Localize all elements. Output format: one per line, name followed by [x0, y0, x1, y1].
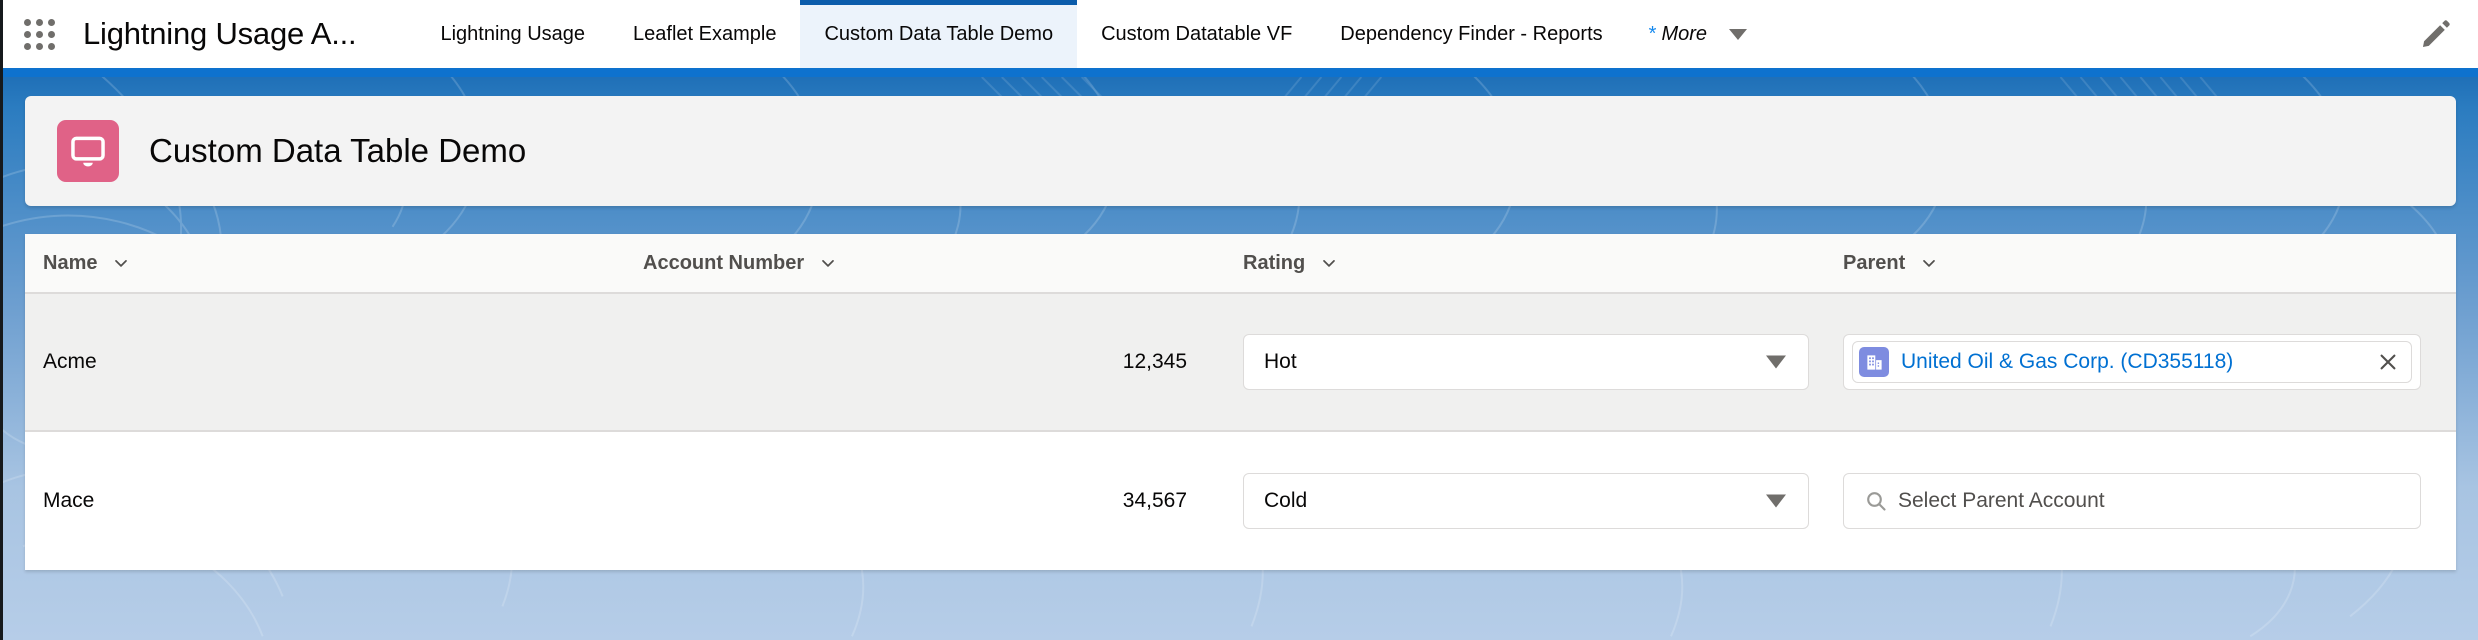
navigation-tabs: Lightning Usage Leaflet Example Custom D…: [416, 0, 2082, 68]
tab-label: Custom Data Table Demo: [824, 22, 1054, 45]
chevron-down-icon: [1766, 494, 1786, 508]
pencil-icon: [2422, 20, 2450, 48]
cell-account-number: 12,345: [625, 350, 1225, 374]
account-number-value: 34,567: [1122, 489, 1187, 512]
rating-select[interactable]: Hot: [1243, 334, 1809, 390]
cell-name: Acme: [25, 350, 625, 374]
tab-lightning-usage[interactable]: Lightning Usage: [416, 0, 609, 68]
column-label: Name: [43, 251, 98, 274]
tab-label: Lightning Usage: [440, 22, 586, 45]
tab-label: Dependency Finder - Reports: [1340, 22, 1603, 45]
tab-custom-data-table-demo[interactable]: Custom Data Table Demo: [800, 0, 1078, 68]
page-header: Custom Data Table Demo: [25, 96, 2456, 206]
column-header-account-number[interactable]: Account Number: [625, 252, 1225, 275]
waffle-grid-icon: [23, 18, 55, 50]
search-icon: [1864, 489, 1888, 513]
cell-parent: [1825, 473, 2456, 529]
table-row[interactable]: Acme 12,345 Hot United Oil & Gas Corp. (…: [25, 294, 2456, 432]
tab-label: Leaflet Example: [633, 22, 777, 45]
app-launcher-button[interactable]: [3, 0, 75, 68]
rating-selected-value: Hot: [1264, 350, 1297, 373]
tab-dependency-finder-reports[interactable]: Dependency Finder - Reports: [1316, 0, 1626, 68]
account-name: Mace: [43, 489, 95, 512]
chevron-down-icon: [1319, 253, 1339, 273]
column-header-rating[interactable]: Rating: [1225, 252, 1825, 275]
column-label: Parent: [1843, 251, 1906, 274]
account-name: Acme: [43, 350, 97, 373]
table-header-row: Name Account Number Rating Parent: [25, 234, 2456, 294]
chevron-down-icon: [1919, 253, 1939, 273]
column-header-name[interactable]: Name: [25, 252, 625, 275]
chevron-down-icon: [111, 253, 131, 273]
content-wrapper: Custom Data Table Demo Name Account Numb…: [25, 96, 2456, 570]
chevron-down-icon: [1766, 355, 1786, 369]
cell-rating: Cold: [1225, 473, 1825, 529]
table-row[interactable]: Mace 34,567 Cold: [25, 432, 2456, 570]
rating-selected-value: Cold: [1264, 489, 1308, 512]
search-input[interactable]: [1898, 474, 2420, 528]
more-tabs-button[interactable]: * More: [1627, 0, 1757, 68]
rating-select[interactable]: Cold: [1243, 473, 1809, 529]
tab-custom-datatable-vf[interactable]: Custom Datatable VF: [1077, 0, 1316, 68]
desktop-monitor-icon: [57, 120, 119, 182]
column-label: Rating: [1243, 251, 1306, 274]
cell-account-number: 34,567: [625, 489, 1225, 513]
account-number-value: 12,345: [1122, 350, 1187, 373]
tab-label: Custom Datatable VF: [1101, 22, 1293, 45]
column-header-parent[interactable]: Parent: [1825, 252, 2456, 275]
parent-pill[interactable]: United Oil & Gas Corp. (CD355118): [1852, 341, 2412, 383]
cell-rating: Hot: [1225, 334, 1825, 390]
tab-leaflet-example[interactable]: Leaflet Example: [609, 0, 800, 68]
parent-account-link[interactable]: United Oil & Gas Corp. (CD355118): [1901, 350, 2365, 374]
cell-parent: United Oil & Gas Corp. (CD355118): [1825, 334, 2456, 390]
data-table: Name Account Number Rating Parent Acme 1…: [25, 234, 2456, 570]
column-label: Account Number: [643, 251, 805, 274]
cell-name: Mace: [25, 489, 625, 513]
page-body: Custom Data Table Demo Name Account Numb…: [0, 68, 2478, 640]
chevron-down-icon: [818, 253, 838, 273]
global-header: Lightning Usage A... Lightning Usage Lea…: [0, 0, 2478, 68]
chevron-down-icon: [1729, 28, 1748, 40]
app-name-label: Lightning Usage A...: [83, 16, 357, 51]
close-icon[interactable]: [2371, 345, 2405, 379]
more-label: More: [1661, 22, 1708, 45]
unsaved-asterisk-icon: *: [1648, 23, 1657, 45]
edit-page-button[interactable]: [2408, 17, 2478, 51]
account-building-icon: [1859, 347, 1889, 377]
parent-lookup-search[interactable]: [1843, 473, 2421, 529]
parent-lookup[interactable]: United Oil & Gas Corp. (CD355118): [1843, 334, 2421, 390]
page-title: Custom Data Table Demo: [149, 132, 527, 169]
